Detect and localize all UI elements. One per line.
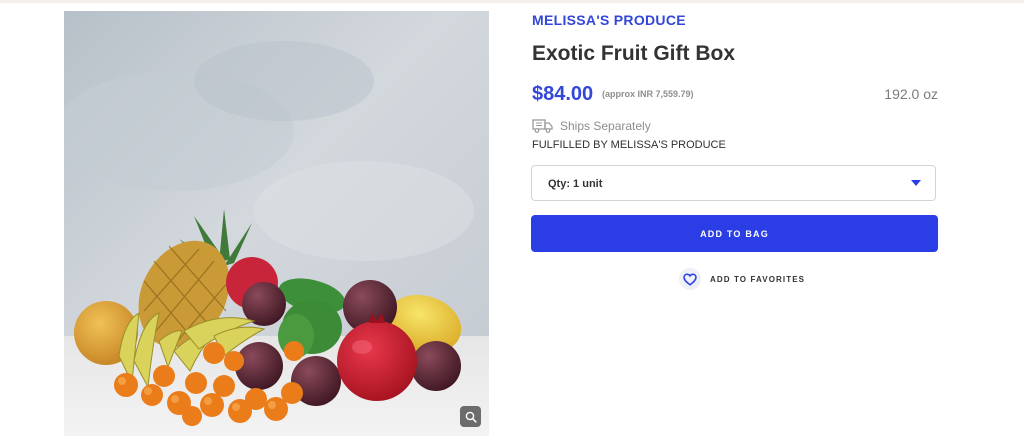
fruit-photo [64,11,489,436]
heart-icon-wrapper [679,268,701,290]
zoom-icon [465,411,477,423]
product-price: $84.00 [532,83,594,105]
product-title: Exotic Fruit Gift Box [532,42,736,65]
heart-icon [683,272,697,286]
caret-down-icon [911,180,921,186]
truck-icon [532,119,553,133]
add-to-bag-button[interactable]: ADD TO BAG [531,215,938,252]
ships-separately-text: Ships Separately [560,119,651,133]
product-weight: 192.0 oz [884,86,938,102]
add-to-favorites-label: ADD TO FAVORITES [710,274,806,284]
product-image[interactable] [64,11,489,436]
quantity-select[interactable]: Qty: 1 unit [531,165,936,201]
add-to-favorites-button[interactable]: ADD TO FAVORITES [679,268,805,290]
zoom-button[interactable] [460,406,481,427]
fulfilled-by-text: FULFILLED BY MELISSA'S PRODUCE [532,139,726,151]
approx-price: (approx INR 7,559.79) [602,89,694,99]
top-strip [0,0,1024,3]
shipping-info: Ships Separately [532,118,651,134]
quantity-value: Qty: 1 unit [548,178,603,190]
brand-link[interactable]: MELISSA'S PRODUCE [532,12,686,28]
